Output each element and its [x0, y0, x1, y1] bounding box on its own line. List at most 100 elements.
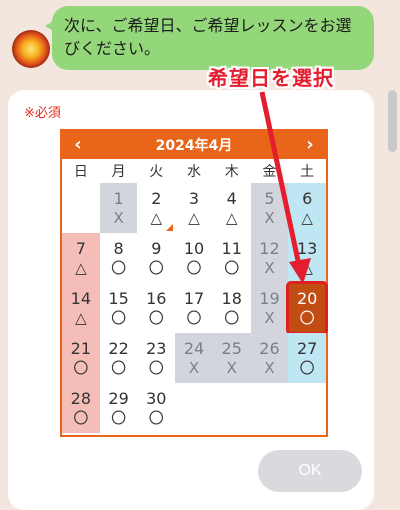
availability-status: △	[75, 259, 87, 277]
calendar-day[interactable]: 24 X	[175, 333, 213, 383]
availability-status: 〇	[73, 359, 89, 377]
weekday-wed: 水	[187, 164, 202, 180]
calendar-day[interactable]: 18 〇	[213, 283, 251, 333]
availability-status: 〇	[111, 409, 127, 427]
avatar-icon	[12, 30, 50, 68]
availability-status: 〇	[73, 409, 89, 427]
calendar-day[interactable]: 9〇	[137, 233, 175, 283]
calendar-day[interactable]: 16 〇	[137, 283, 175, 333]
required-label: ※必須	[24, 106, 61, 121]
day-number: 24	[183, 339, 205, 358]
weekday-tue: 火	[149, 164, 164, 180]
calendar-day[interactable]: 1X	[99, 183, 138, 233]
weekday-sat: 土	[300, 164, 315, 180]
day-number: 7	[75, 239, 86, 258]
chat-message: 次に、ご希望日、ご希望レッスンをお選びください。	[64, 16, 352, 58]
availability-status: 〇	[148, 359, 164, 377]
calendar: ‹ 2024年4月 › 日 月 火 水 木 金 土 1 X 2 △ 3 △ 4 △ 5 X 6 △ 7 △…	[60, 129, 329, 437]
availability-status: △	[301, 209, 313, 227]
availability-status: 〇	[299, 309, 315, 327]
day-number: 3	[188, 189, 200, 208]
day-number: 6	[302, 189, 313, 208]
availability-status: X	[188, 359, 200, 377]
next-month-icon[interactable]: ›	[300, 131, 320, 159]
calendar-day[interactable]: 3 △	[175, 183, 213, 233]
calendar-empty-cell	[213, 383, 251, 433]
availability-status: 〇	[224, 309, 240, 327]
calendar-day[interactable]: 30 〇	[137, 383, 175, 433]
scrollbar-thumb[interactable]	[388, 90, 397, 152]
day-number: 21	[70, 339, 92, 358]
availability-status: △	[301, 259, 313, 277]
calendar-day[interactable]: 25 X	[212, 333, 251, 383]
calendar-day[interactable]: 10 〇	[175, 233, 213, 283]
calendar-day[interactable]: 29 〇	[100, 383, 138, 433]
calendar-day[interactable]: 27 〇	[288, 333, 327, 383]
day-number: 27	[296, 339, 318, 358]
day-number: 28	[70, 389, 92, 408]
day-number: 4	[226, 189, 237, 208]
calendar-day[interactable]: 2 △	[137, 183, 175, 233]
day-number: 15	[108, 289, 129, 308]
calendar-day[interactable]: 14 △	[62, 283, 100, 333]
day-number: 18	[221, 289, 242, 308]
prev-month-icon[interactable]: ‹	[68, 131, 88, 159]
calendar-day[interactable]: 28 〇	[62, 383, 100, 433]
day-number: 16	[146, 289, 167, 308]
availability-status: 〇	[148, 309, 164, 327]
availability-status: 〇	[111, 259, 127, 277]
day-number: 17	[183, 289, 205, 308]
calendar-day[interactable]: 17 〇	[175, 283, 213, 333]
calendar-day[interactable]: 12 X	[250, 233, 289, 283]
day-number: 23	[146, 339, 167, 358]
month-label: 2024年4月	[155, 138, 233, 154]
availability-status: △	[75, 309, 87, 327]
day-number: 5	[264, 189, 275, 208]
calendar-day[interactable]: 23 〇	[137, 333, 175, 383]
calendar-day[interactable]: 8〇	[100, 233, 138, 283]
availability-status: 〇	[186, 259, 202, 277]
day-number: 11	[221, 239, 242, 258]
corner-marker-icon	[166, 224, 174, 231]
calendar-day[interactable]: 21 〇	[62, 333, 100, 383]
calendar-day-selected[interactable]: 20 〇	[286, 281, 329, 335]
availability-status: △	[150, 209, 163, 227]
calendar-day[interactable]: 13 △	[288, 233, 327, 283]
calendar-empty-cell	[288, 383, 326, 433]
day-number: 13	[296, 239, 318, 258]
availability-status: X	[264, 309, 275, 327]
availability-status: X	[264, 259, 275, 277]
weekday-thu: 木	[224, 164, 239, 180]
calendar-day[interactable]: 11 〇	[213, 233, 251, 283]
availability-status: △	[225, 209, 238, 227]
availability-status: X	[113, 209, 124, 227]
availability-status: 〇	[224, 259, 240, 277]
calendar-day[interactable]: 15 〇	[100, 283, 138, 333]
calendar-day[interactable]: 22 〇	[100, 333, 138, 383]
calendar-empty-cell	[251, 383, 289, 433]
calendar-day[interactable]: 6 △	[288, 183, 327, 233]
availability-status: 〇	[299, 359, 315, 377]
calendar-day[interactable]: 5X	[250, 183, 289, 233]
day-number: 2	[151, 189, 162, 208]
day-number: 26	[259, 339, 280, 358]
calendar-day[interactable]: 7 △	[62, 233, 100, 283]
ok-button[interactable]: OK	[258, 450, 362, 492]
calendar-day[interactable]: 19 X	[250, 283, 289, 333]
availability-status: 〇	[111, 359, 127, 377]
availability-status: 〇	[148, 409, 164, 427]
scrollbar[interactable]	[384, 0, 400, 510]
calendar-day[interactable]: 26 X	[250, 333, 289, 383]
calendar-week: 14 △ 15 〇 16 〇 17 〇 18 〇 19 X 20 〇	[62, 281, 329, 335]
date-picker-card: ※必須 ‹ 2024年4月 › 日 月 火 水 木 金 土 1 X 2 △ 3 △ 4 △ 5 X…	[8, 90, 374, 510]
calendar-week: 1 X 2 △ 3 △ 4 △ 5 X 6 △	[62, 183, 327, 233]
day-number: 20	[296, 289, 318, 308]
day-number: 25	[221, 339, 242, 358]
calendar-empty-cell	[175, 383, 213, 433]
availability-status: 〇	[148, 259, 164, 277]
availability-status: X	[264, 209, 275, 227]
weekday-mon: 月	[111, 164, 126, 180]
day-number: 19	[259, 289, 280, 308]
calendar-day[interactable]: 4 △	[213, 183, 251, 233]
day-number: 29	[108, 389, 129, 408]
